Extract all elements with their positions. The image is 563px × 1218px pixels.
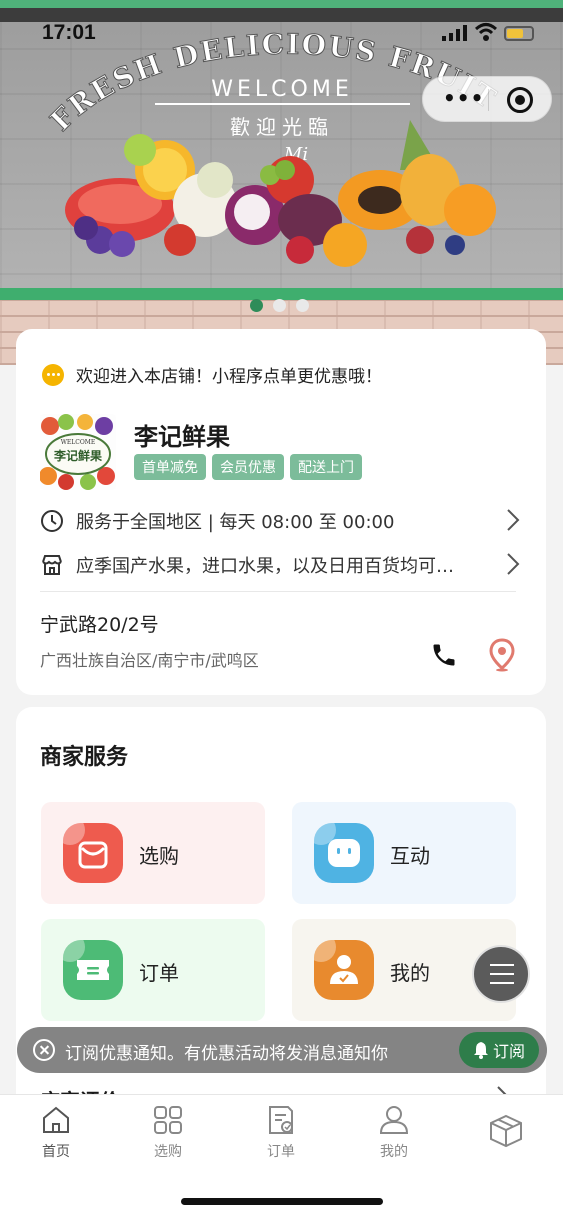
battery-icon [504, 26, 534, 41]
services-title: 商家服务 [40, 745, 129, 770]
tab-label: 首页 [42, 1144, 70, 1160]
hours-text: 服务于全国地区 | 每天 08:00 至 00:00 [76, 512, 395, 533]
clock-icon [41, 510, 63, 532]
fruit-pile-illustration [65, 120, 496, 267]
hours-row[interactable]: 服务于全国地区 | 每天 08:00 至 00:00 [40, 508, 520, 534]
status-bar: 17:01 [0, 18, 563, 52]
grid-icon [154, 1106, 182, 1134]
service-interact[interactable]: 互动 [292, 802, 516, 904]
service-orders[interactable]: 订单 [41, 919, 265, 1021]
subscribe-button-label: 订阅 [492, 1042, 525, 1061]
ticket-icon [63, 940, 123, 1000]
banner-indicators [250, 299, 309, 313]
location-pin-icon[interactable] [488, 638, 516, 672]
chat-face-icon [314, 823, 374, 883]
banner-dot[interactable] [250, 299, 263, 312]
status-time: 17:01 [42, 21, 96, 44]
tag-first-order: 首单减免 [134, 454, 206, 480]
tab-label: 选购 [154, 1144, 182, 1160]
profile-icon [379, 1106, 409, 1134]
card-divider [40, 591, 516, 592]
user-icon [314, 940, 374, 1000]
service-shop[interactable]: 选购 [41, 802, 265, 904]
tab-box[interactable] [476, 1113, 536, 1149]
store-info-card: 欢迎进入本店铺！小程序点单更优惠哦！ WELCOME 李记鲜果 李记鲜果 首单减… [16, 329, 546, 695]
address-line: 宁武路20/2号 [40, 614, 159, 636]
tag-member: 会员优惠 [212, 454, 284, 480]
box-icon [490, 1114, 522, 1148]
subscribe-notice-bar: 订阅优惠通知。有优惠活动将发消息通知你 订阅 [17, 1027, 547, 1073]
subscribe-button[interactable]: 订阅 [459, 1032, 539, 1068]
close-target-icon[interactable] [507, 87, 533, 113]
chevron-right-icon [507, 553, 520, 575]
chevron-right-icon [507, 509, 520, 531]
service-label: 订单 [139, 961, 179, 985]
tab-shop[interactable]: 选购 [138, 1105, 198, 1161]
banner-chinese: 歡迎光臨 [230, 115, 334, 139]
service-label: 选购 [139, 844, 179, 868]
description-row[interactable]: 应季国产水果，进口水果，以及日用百货均可… [40, 552, 520, 578]
close-icon[interactable] [33, 1039, 55, 1061]
description-text: 应季国产水果，进口水果，以及日用百货均可… [76, 556, 454, 577]
subscribe-text: 订阅优惠通知。有优惠活动将发消息通知你 [65, 1044, 388, 1064]
speech-bubble-icon [42, 363, 64, 386]
shopping-bag-icon [63, 823, 123, 883]
svg-text:WELCOME: WELCOME [61, 439, 96, 446]
tab-home[interactable]: 首页 [26, 1105, 86, 1161]
more-dots-icon[interactable]: ••• [443, 86, 484, 110]
service-label: 互动 [390, 844, 430, 868]
tab-orders[interactable]: 订单 [251, 1105, 311, 1161]
home-indicator [181, 1198, 383, 1205]
wifi-icon [474, 23, 498, 41]
phone-icon[interactable] [430, 641, 458, 669]
store-notice: 欢迎进入本店铺！小程序点单更优惠哦！ [42, 362, 382, 387]
order-icon [269, 1106, 293, 1134]
store-tags: 首单减免 会员优惠 配送上门 [134, 454, 362, 480]
banner-welcome: WELCOME [211, 77, 352, 102]
banner-dot[interactable] [273, 299, 286, 312]
home-icon [43, 1106, 69, 1133]
miniprogram-capsule[interactable]: ••• [422, 76, 552, 122]
tab-mine[interactable]: 我的 [364, 1105, 424, 1161]
shop-icon [42, 555, 62, 575]
capsule-divider [488, 89, 489, 111]
svg-text:李记鲜果: 李记鲜果 [53, 448, 102, 463]
store-name: 李记鲜果 [134, 423, 230, 451]
tab-label: 我的 [380, 1144, 408, 1160]
floating-menu-button[interactable] [472, 945, 530, 1003]
notice-text: 欢迎进入本店铺！小程序点单更优惠哦！ [76, 367, 382, 387]
service-label: 我的 [390, 961, 430, 985]
tab-label: 订单 [267, 1144, 295, 1160]
store-logo: WELCOME 李记鲜果 [40, 414, 116, 490]
address-region: 广西壮族自治区/南宁市/武鸣区 [40, 651, 259, 670]
tag-delivery: 配送上门 [290, 454, 362, 480]
banner-dot[interactable] [296, 299, 309, 312]
bell-icon [473, 1042, 488, 1059]
signal-icon [442, 25, 467, 41]
